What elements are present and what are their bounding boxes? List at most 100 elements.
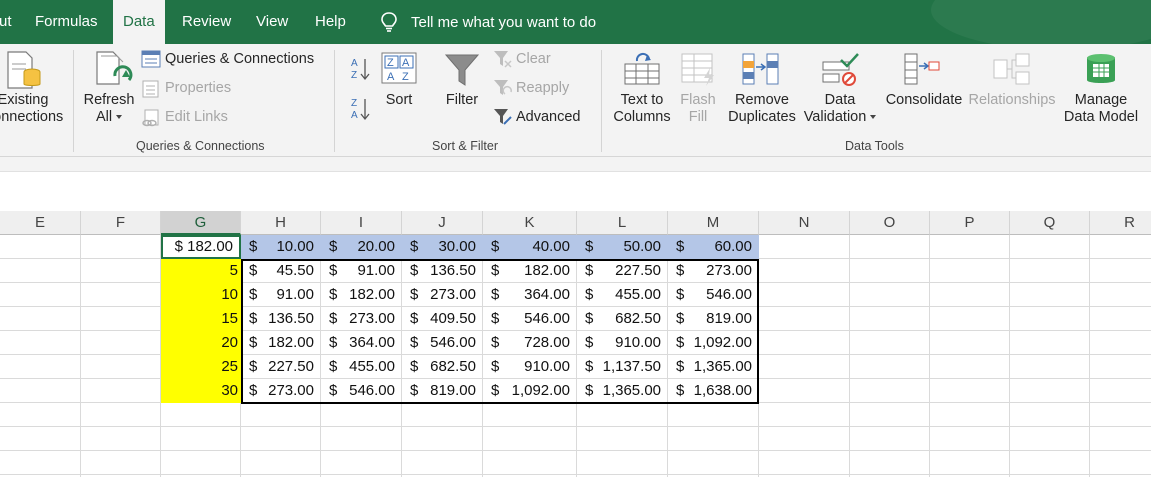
worksheet-grid[interactable]: EFGHIJKLMNOPQR $ 182.00 $10.00 $20.00 $30.0… <box>0 211 1151 477</box>
column-header-n[interactable]: N <box>759 211 850 235</box>
header-rate-cell[interactable]: $50.00 <box>577 235 668 259</box>
active-cell-g1[interactable]: $ 182.00 <box>161 235 241 259</box>
tab-view[interactable]: View <box>256 0 288 44</box>
table-value-cell[interactable]: $1,092.00 <box>483 379 577 403</box>
sort-descending-icon[interactable]: Z A <box>350 96 372 125</box>
table-value-cell[interactable]: $910.00 <box>577 331 668 355</box>
table-value-cell[interactable]: $546.00 <box>321 379 402 403</box>
tab-help[interactable]: Help <box>315 0 346 44</box>
column-header-j[interactable]: J <box>402 211 483 235</box>
table-value-cell[interactable]: $227.50 <box>241 355 321 379</box>
properties-button[interactable]: Properties <box>165 80 231 96</box>
table-value-cell[interactable]: $273.00 <box>668 259 759 283</box>
table-value-cell[interactable]: $273.00 <box>402 283 483 307</box>
column-header-e[interactable]: E <box>0 211 81 235</box>
table-value-cell[interactable]: $1,092.00 <box>668 331 759 355</box>
table-value-cell[interactable]: $1,137.50 <box>577 355 668 379</box>
cell-value: 91.00 <box>357 262 395 279</box>
row-label-cell[interactable]: 25 <box>161 355 241 379</box>
remove-duplicates-button[interactable]: Remove Duplicates <box>726 92 798 125</box>
relationships-button[interactable]: Relationships <box>966 92 1058 108</box>
table-value-cell[interactable]: $1,638.00 <box>668 379 759 403</box>
table-value-cell[interactable]: $682.50 <box>402 355 483 379</box>
table-value-cell[interactable]: $910.00 <box>483 355 577 379</box>
column-header-q[interactable]: Q <box>1010 211 1090 235</box>
consolidate-button[interactable]: Consolidate <box>882 92 966 108</box>
edit-links-button[interactable]: Edit Links <box>165 109 228 125</box>
row-label-cell[interactable]: 30 <box>161 379 241 403</box>
column-header-o[interactable]: O <box>850 211 930 235</box>
table-value-cell[interactable]: $45.50 <box>241 259 321 283</box>
table-value-cell[interactable]: $136.50 <box>402 259 483 283</box>
filter-button[interactable]: Filter <box>438 92 486 108</box>
header-rate-cell[interactable]: $40.00 <box>483 235 577 259</box>
column-header-m[interactable]: M <box>668 211 759 235</box>
table-value-cell[interactable]: $546.00 <box>668 283 759 307</box>
tab-layout-partial[interactable]: ut <box>0 0 12 44</box>
table-value-cell[interactable]: $91.00 <box>321 259 402 283</box>
tab-formulas[interactable]: Formulas <box>35 0 98 44</box>
table-value-cell[interactable]: $1,365.00 <box>668 355 759 379</box>
table-value-cell[interactable]: $273.00 <box>241 379 321 403</box>
header-rate-cell[interactable]: $10.00 <box>241 235 321 259</box>
sort-ascending-icon[interactable]: A Z <box>350 56 372 85</box>
flash-fill-button[interactable]: Flash Fill <box>676 92 720 125</box>
table-value-cell[interactable]: $455.00 <box>577 283 668 307</box>
table-value-cell[interactable]: $91.00 <box>241 283 321 307</box>
table-value-cell[interactable]: $682.50 <box>577 307 668 331</box>
data-validation-button[interactable]: Data Validation <box>800 92 880 125</box>
currency-symbol: $ <box>585 286 594 303</box>
refresh-all-button[interactable]: Refresh All <box>77 92 141 125</box>
header-rate-cell[interactable]: $60.00 <box>668 235 759 259</box>
column-header-l[interactable]: L <box>577 211 668 235</box>
table-value-cell[interactable]: $182.00 <box>241 331 321 355</box>
currency-symbol: $ <box>249 382 258 399</box>
table-value-cell[interactable]: $455.00 <box>321 355 402 379</box>
row-label-cell[interactable]: 15 <box>161 307 241 331</box>
tab-review[interactable]: Review <box>182 0 231 44</box>
manage-data-model-button[interactable]: Manage Data Model <box>1055 92 1147 125</box>
table-value-cell[interactable]: $364.00 <box>321 331 402 355</box>
table-value-cell[interactable]: $364.00 <box>483 283 577 307</box>
queries-connections-button[interactable]: Queries & Connections <box>165 51 314 67</box>
advanced-button[interactable]: Advanced <box>516 109 581 125</box>
column-header-h[interactable]: H <box>241 211 321 235</box>
sort-button[interactable]: Sort <box>378 92 420 108</box>
column-header-f[interactable]: F <box>81 211 161 235</box>
column-header-i[interactable]: I <box>321 211 402 235</box>
row-label-cell[interactable]: 5 <box>161 259 241 283</box>
table-value-cell[interactable]: $409.50 <box>402 307 483 331</box>
table-value-cell[interactable]: $182.00 <box>321 283 402 307</box>
table-value-cell[interactable]: $728.00 <box>483 331 577 355</box>
header-rate-cell[interactable]: $30.00 <box>402 235 483 259</box>
svg-text:Z: Z <box>351 98 357 109</box>
table-value-cell[interactable]: $1,365.00 <box>577 379 668 403</box>
reapply-button[interactable]: Reapply <box>516 80 569 96</box>
table-value-cell[interactable]: $546.00 <box>483 307 577 331</box>
existing-connections-icon <box>6 50 42 93</box>
column-header-p[interactable]: P <box>930 211 1010 235</box>
table-value-cell[interactable]: $273.00 <box>321 307 402 331</box>
table-value-cell[interactable]: $546.00 <box>402 331 483 355</box>
table-value-cell[interactable]: $182.00 <box>483 259 577 283</box>
tab-data[interactable]: Data <box>113 0 165 44</box>
column-header-k[interactable]: K <box>483 211 577 235</box>
formula-bar[interactable] <box>0 171 1151 211</box>
table-value-cell[interactable]: $136.50 <box>241 307 321 331</box>
column-header-g[interactable]: G <box>161 211 241 235</box>
row-label-cell[interactable]: 20 <box>161 331 241 355</box>
table-value-cell[interactable]: $819.00 <box>402 379 483 403</box>
clear-filter-icon <box>493 49 513 72</box>
currency-symbol: $ <box>410 382 419 399</box>
text-to-columns-line1: Text to <box>620 92 664 108</box>
text-to-columns-button[interactable]: Text to Columns <box>611 92 673 125</box>
column-header-r[interactable]: R <box>1090 211 1151 235</box>
cell-value: 1,092.00 <box>511 382 570 399</box>
existing-connections-button[interactable]: Existing Connections <box>0 92 78 125</box>
table-value-cell[interactable]: $227.50 <box>577 259 668 283</box>
tell-me-search[interactable]: Tell me what you want to do <box>380 0 596 44</box>
table-value-cell[interactable]: $819.00 <box>668 307 759 331</box>
clear-button[interactable]: Clear <box>516 51 551 67</box>
row-label-cell[interactable]: 10 <box>161 283 241 307</box>
header-rate-cell[interactable]: $20.00 <box>321 235 402 259</box>
